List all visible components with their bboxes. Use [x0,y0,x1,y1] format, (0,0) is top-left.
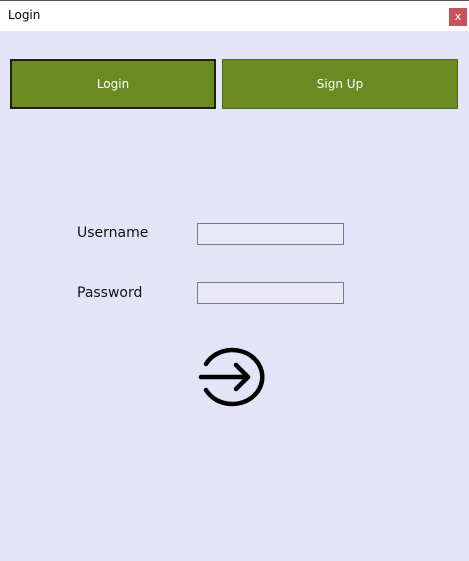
username-label: Username [77,225,149,241]
window-title: Login [8,8,41,22]
password-label: Password [77,285,143,301]
login-window: Login x Login Sign Up Username Password [0,0,469,561]
signup-tab-button[interactable]: Sign Up [222,59,458,109]
login-arrow-icon[interactable] [196,346,272,408]
title-bar: Login x [0,1,469,31]
password-input[interactable] [197,282,344,304]
login-tab-button[interactable]: Login [10,59,216,109]
close-button[interactable]: x [449,8,467,26]
username-input[interactable] [197,223,344,245]
